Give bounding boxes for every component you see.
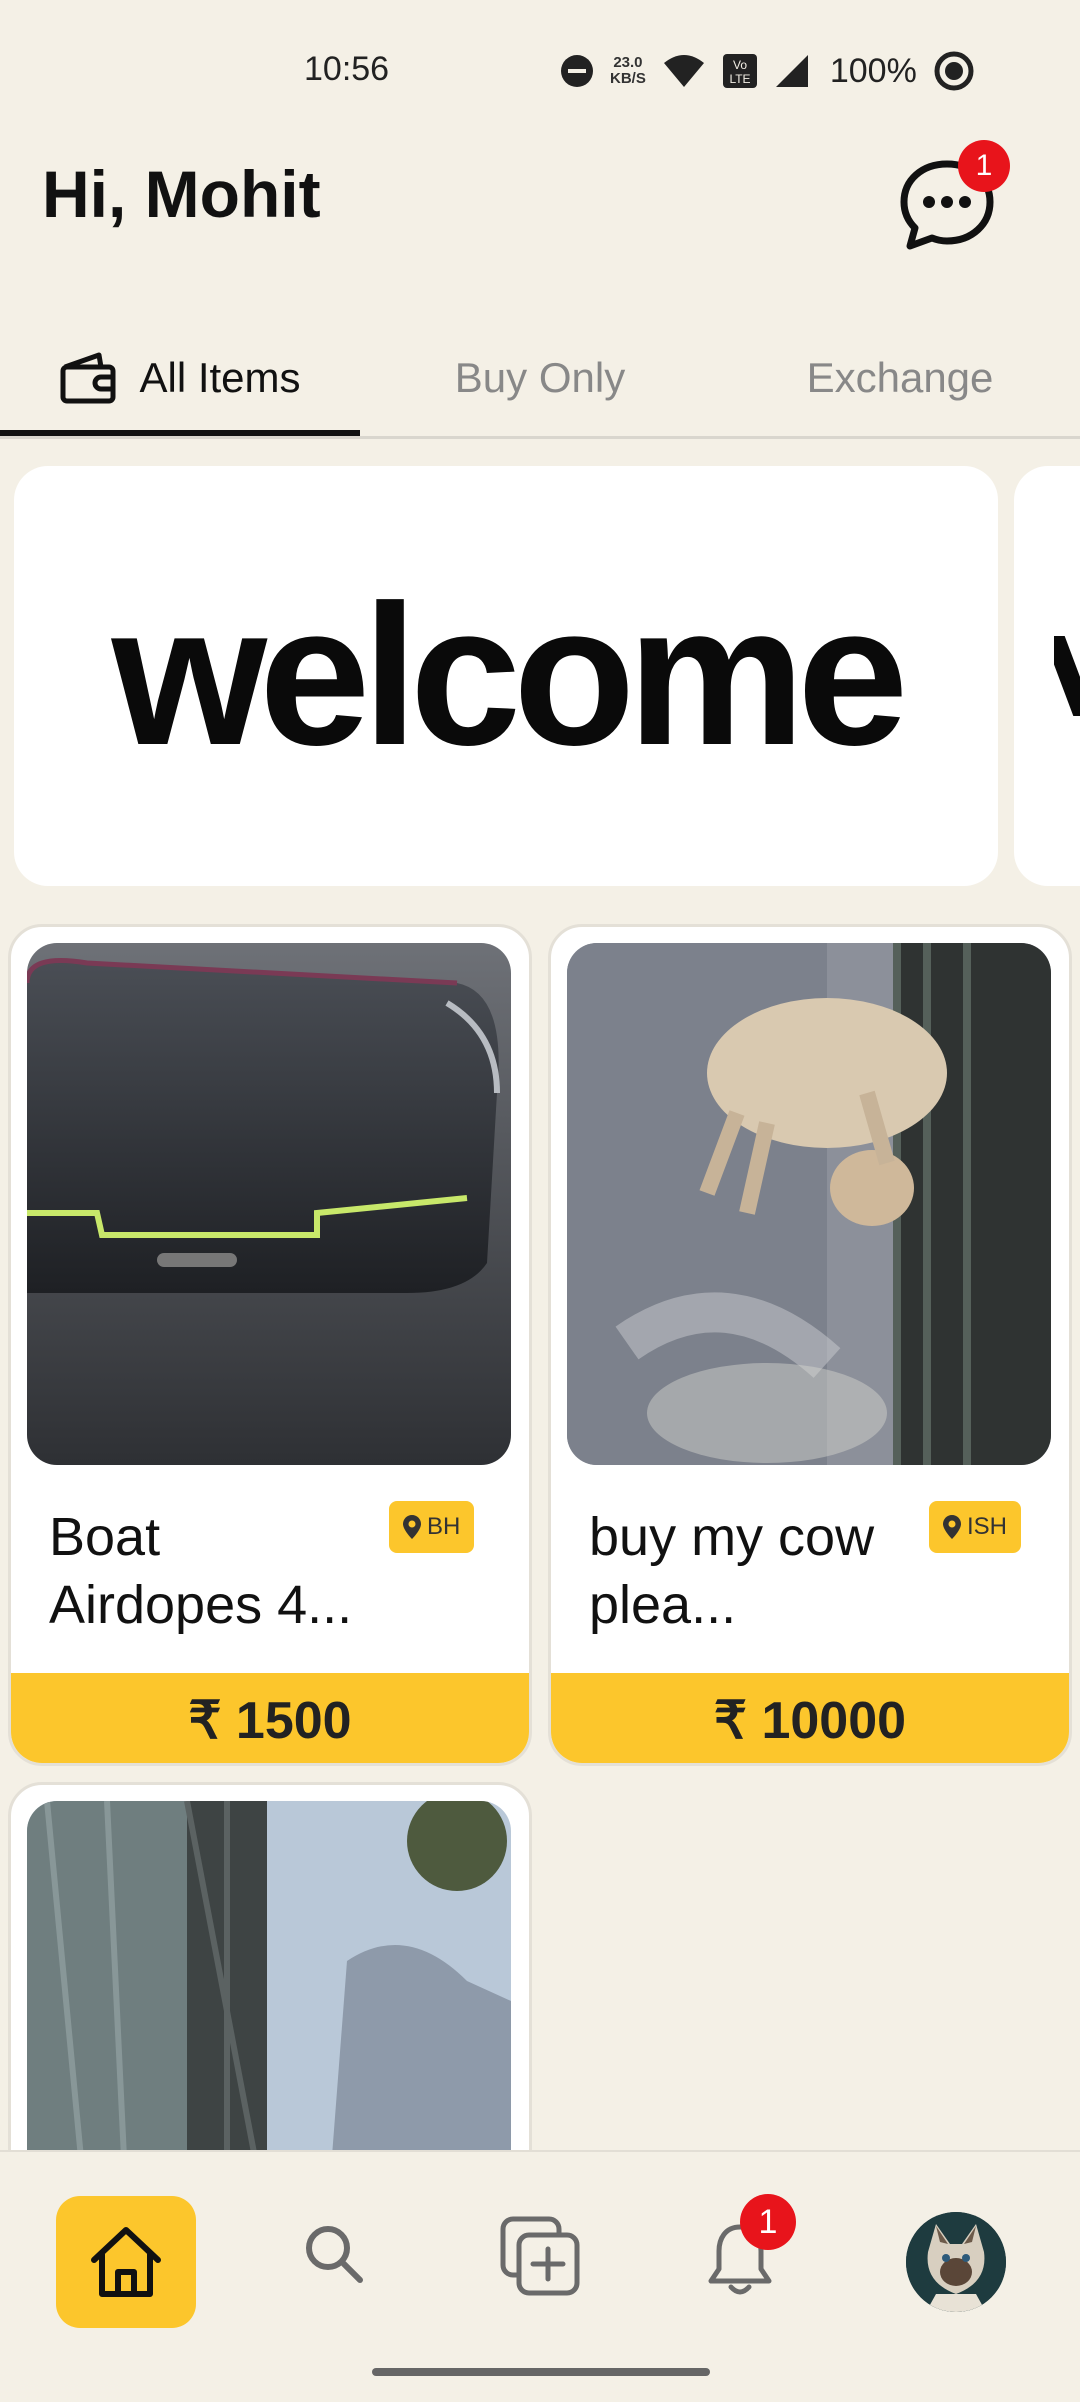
tab-label: Buy Only: [454, 354, 626, 401]
product-image-earbuds: [27, 943, 511, 1465]
svg-text:LTE: LTE: [729, 72, 750, 86]
product-card[interactable]: [8, 1782, 532, 2202]
gesture-home-indicator[interactable]: [372, 2368, 710, 2376]
notification-badge: 1: [740, 2194, 796, 2250]
status-bar: 10:56 23.0 KB/S Vo LTE 100%: [0, 0, 1080, 140]
wallet-icon: [60, 352, 116, 404]
product-price: ₹ 10000: [551, 1673, 1069, 1763]
product-card[interactable]: Boat Airdopes 4... BH ₹ 1500: [8, 924, 532, 1766]
status-time: 10:56: [304, 50, 390, 88]
location-pin-icon: [943, 1515, 961, 1539]
category-tabs: All Items Buy Only Exchange: [0, 320, 1080, 439]
product-price: ₹ 1500: [11, 1673, 529, 1763]
dnd-icon: [561, 55, 593, 87]
location-badge: ISH: [929, 1501, 1022, 1553]
banner-peek-art: [1054, 636, 1080, 716]
chat-badge: 1: [958, 140, 1010, 192]
network-speed: 23.0 KB/S: [610, 54, 646, 87]
home-icon: [91, 2227, 161, 2297]
location-badge: BH: [389, 1501, 475, 1553]
battery-saver-icon: [934, 51, 974, 91]
product-image-bridge: [27, 1801, 511, 2199]
tab-all-items[interactable]: All Items: [0, 320, 360, 436]
search-icon: [306, 2226, 363, 2283]
add-item-icon: [500, 2216, 580, 2296]
avatar-cat-image: [906, 2212, 1006, 2312]
product-title: Boat Airdopes 4...: [49, 1507, 353, 1635]
nav-add-item-button[interactable]: [496, 2212, 586, 2302]
banner-text: welcome: [111, 564, 909, 787]
next-banner-peek[interactable]: [1014, 466, 1080, 886]
tab-label: All Items: [139, 354, 301, 401]
product-title: buy my cow plea...: [589, 1507, 875, 1635]
signal-icon: [775, 55, 808, 87]
profile-avatar[interactable]: [906, 2212, 1006, 2312]
svg-text:Vo: Vo: [733, 58, 747, 72]
product-image-cow: [567, 943, 1051, 1465]
wifi-icon: [663, 55, 704, 87]
location-pin-icon: [403, 1515, 421, 1539]
greeting-title: Hi, Mohit: [42, 157, 321, 231]
tab-buy-only[interactable]: Buy Only: [360, 320, 720, 436]
volte-icon: Vo LTE: [722, 54, 757, 88]
status-icons: 23.0 KB/S Vo LTE 100%: [560, 46, 975, 96]
bottom-navigation: 1: [0, 2150, 1080, 2402]
tab-label: Exchange: [806, 354, 994, 401]
active-tab-indicator: [0, 430, 360, 436]
battery-percent: 100%: [829, 51, 917, 90]
nav-home-button[interactable]: [56, 2196, 196, 2328]
nav-search-button[interactable]: [294, 2214, 374, 2294]
tab-exchange[interactable]: Exchange: [720, 320, 1080, 436]
product-card[interactable]: buy my cow plea... ISH ₹ 10000: [548, 924, 1072, 1766]
welcome-banner[interactable]: welcome: [14, 466, 998, 886]
